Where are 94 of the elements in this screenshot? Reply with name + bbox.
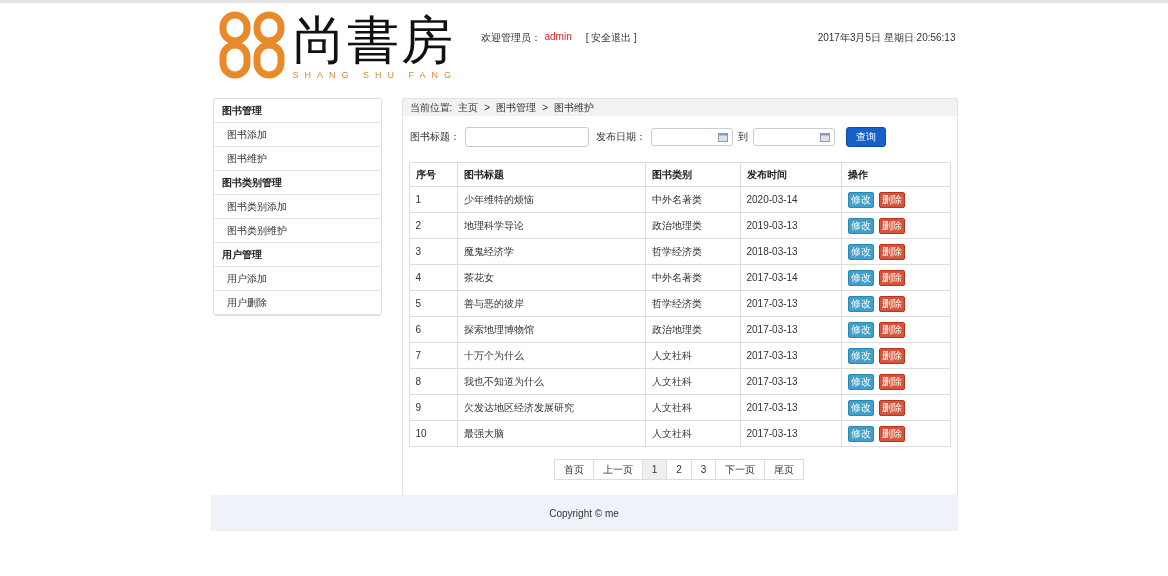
delete-button[interactable]: 删除: [878, 217, 905, 234]
table-cell: 2018-03-13: [740, 238, 841, 265]
page-button[interactable]: 首页: [553, 459, 594, 480]
table-cell: 1: [409, 186, 457, 213]
table-cell: 魔鬼经济学: [457, 238, 645, 265]
table-cell: 2: [409, 212, 457, 239]
table-cell: 我也不知道为什么: [457, 368, 645, 395]
delete-button[interactable]: 删除: [878, 399, 905, 416]
page-button[interactable]: 3: [690, 459, 717, 480]
calendar-icon[interactable]: [717, 132, 728, 142]
table-cell: 2019-03-13: [740, 212, 841, 239]
table-cell: 善与恶的彼岸: [457, 290, 645, 317]
edit-button[interactable]: 修改: [847, 399, 874, 416]
logo-title: 尚書房: [292, 10, 456, 70]
table-cell: 探索地理博物馆: [457, 316, 645, 343]
edit-button[interactable]: 修改: [847, 373, 874, 390]
edit-button[interactable]: 修改: [847, 347, 874, 364]
breadcrumb-link[interactable]: 主页: [458, 100, 479, 115]
column-header: 操作: [841, 162, 950, 187]
table-cell: 9: [409, 394, 457, 421]
delete-button[interactable]: 删除: [878, 269, 905, 286]
page-button[interactable]: 1: [641, 459, 668, 480]
table-cell: 2017-03-14: [740, 264, 841, 291]
column-header: 图书类别: [645, 162, 740, 187]
table-cell: 8: [409, 368, 457, 395]
user-name: admin: [544, 31, 572, 44]
table-cell: 2017-03-13: [740, 316, 841, 343]
table-cell: 人文社科: [645, 342, 740, 369]
edit-button[interactable]: 修改: [847, 425, 874, 442]
table-cell: 人文社科: [645, 394, 740, 421]
page-button[interactable]: 尾页: [764, 459, 805, 480]
edit-button[interactable]: 修改: [847, 321, 874, 338]
table-cell: 3: [409, 238, 457, 265]
copyright-text: Copyright © me: [549, 507, 619, 519]
page-button[interactable]: 2: [666, 459, 692, 480]
table-cell: 2017-03-13: [740, 342, 841, 369]
edit-button[interactable]: 修改: [847, 269, 874, 286]
table-cell: 人文社科: [645, 420, 740, 447]
table-cell: 少年维特的烦恼: [457, 186, 645, 213]
breadcrumb-link[interactable]: 图书管理: [496, 100, 537, 115]
date-time: 2017年3月5日 星期日 20:56:13: [817, 31, 957, 45]
breadcrumb-link[interactable]: 图书维护: [553, 100, 594, 115]
delete-button[interactable]: 删除: [878, 191, 905, 208]
page-button[interactable]: 下一页: [715, 459, 766, 480]
calendar-icon[interactable]: [819, 132, 830, 142]
table-cell: 茶花女: [457, 264, 645, 291]
column-header: 图书标题: [457, 162, 645, 187]
table-cell: 2017-03-13: [740, 290, 841, 317]
table-cell: 政治地理类: [645, 212, 740, 239]
page-button[interactable]: 上一页: [592, 459, 643, 480]
breadcrumb-separator: >: [484, 102, 491, 113]
table-cell: 6: [409, 316, 457, 343]
column-header: 发布时间: [740, 162, 841, 187]
table-cell: 欠发达地区经济发展研究: [457, 394, 645, 421]
table-cell: 中外名著类: [645, 186, 740, 213]
table-cell: 十万个为什么: [457, 342, 645, 369]
date-label: 发布日期：: [595, 130, 646, 144]
table-cell: 10: [409, 420, 457, 447]
delete-button[interactable]: 删除: [878, 425, 905, 442]
start-date-field[interactable]: [650, 128, 733, 146]
table-cell: 2020-03-14: [740, 186, 841, 213]
table-cell: 人文社科: [645, 368, 740, 395]
title-label: 图书标题：: [409, 130, 460, 144]
table-cell: 2017-03-13: [740, 420, 841, 447]
edit-button[interactable]: 修改: [847, 217, 874, 234]
search-button[interactable]: 查询: [845, 127, 886, 147]
delete-button[interactable]: 删除: [878, 373, 905, 390]
logout-link[interactable]: [ 安全退出 ]: [585, 31, 637, 45]
table-cell: 中外名著类: [645, 264, 740, 291]
end-date-field[interactable]: [752, 128, 835, 146]
edit-button[interactable]: 修改: [847, 243, 874, 260]
column-header: 序号: [409, 162, 457, 187]
table-cell: 2017-03-13: [740, 394, 841, 421]
welcome-text: 欢迎管理员：: [480, 31, 541, 45]
edit-button[interactable]: 修改: [847, 191, 874, 208]
table-cell: 哲学经济类: [645, 290, 740, 317]
to-label: 到: [737, 130, 748, 144]
delete-button[interactable]: 删除: [878, 243, 905, 260]
edit-button[interactable]: 修改: [847, 295, 874, 312]
table-cell: 哲学经济类: [645, 238, 740, 265]
table-cell: 地理科学导论: [457, 212, 645, 239]
title-field[interactable]: [464, 127, 589, 147]
breadcrumb-separator: >: [542, 102, 548, 113]
breadcrumb-label: 当前位置:: [409, 100, 453, 115]
logo-subtitle: SHANG SHU FANG: [292, 70, 457, 80]
delete-button[interactable]: 删除: [878, 347, 905, 364]
table-cell: 2017-03-13: [740, 368, 841, 395]
table-cell: 5: [409, 290, 457, 317]
delete-button[interactable]: 删除: [878, 295, 905, 312]
delete-button[interactable]: 删除: [878, 321, 905, 338]
table-cell: 4: [409, 264, 457, 291]
table-cell: 最强大脑: [457, 420, 645, 447]
table-cell: 7: [409, 342, 457, 369]
table-cell: 政治地理类: [645, 316, 740, 343]
